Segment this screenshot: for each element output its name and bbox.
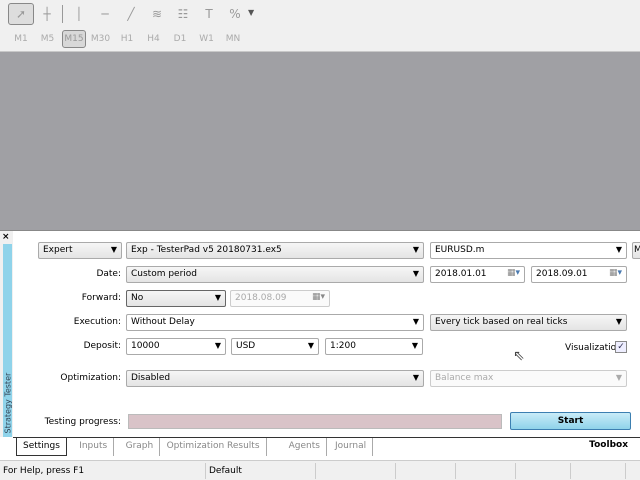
start-button[interactable]: Start	[510, 412, 631, 430]
horizontal-line-icon[interactable]: ─	[92, 3, 118, 25]
text-label-icon[interactable]: T	[196, 3, 222, 25]
timeframe-m30[interactable]: M30	[89, 30, 113, 48]
forward-select[interactable]: No ▼	[126, 290, 226, 307]
timeframe-h4[interactable]: H4	[142, 30, 166, 48]
deposit-label: Deposit:	[83, 341, 121, 351]
timeframe-d1[interactable]: D1	[168, 30, 192, 48]
timeframe-m5[interactable]: M5	[36, 30, 60, 48]
deposit-select[interactable]: 10000 ▼	[126, 338, 226, 355]
timeframe-w1[interactable]: W1	[195, 30, 219, 48]
currency-select[interactable]: USD ▼	[231, 338, 319, 355]
visualization-label: Visualization	[565, 343, 622, 353]
chevron-down-icon: ▼	[110, 245, 117, 254]
expert-select[interactable]: Exp - TesterPad v5 20180731.ex5 ▼	[126, 242, 424, 259]
model-select[interactable]: Every tick based on real ticks ▼	[430, 314, 627, 331]
execution-select[interactable]: Without Delay ▼	[126, 314, 424, 331]
chevron-down-icon: ▼	[615, 317, 622, 326]
toolbox-label[interactable]: Toolbox	[589, 440, 628, 450]
execution-label: Execution:	[73, 317, 121, 327]
close-icon[interactable]: ×	[2, 232, 10, 242]
calendar-icon: ▦▾	[608, 268, 622, 278]
chevron-down-icon: ▼	[412, 317, 419, 326]
tab-bar: Settings Inputs Graph Optimization Results A…	[13, 437, 640, 456]
crosshair-icon[interactable]: ┼	[34, 3, 60, 25]
program-type-select[interactable]: Expert ▼	[38, 242, 122, 259]
optimization-label: Optimization:	[60, 373, 121, 383]
status-profile: Default	[205, 463, 242, 479]
chevron-down-icon: ▼	[615, 245, 622, 254]
separator	[62, 5, 63, 23]
status-bar: For Help, press F1 Default	[0, 460, 640, 480]
chevron-down-icon[interactable]: ▼	[248, 8, 254, 17]
tab-settings[interactable]: Settings	[16, 438, 67, 456]
timeframe-m1[interactable]: M1	[9, 30, 33, 48]
tab-inputs[interactable]: Inputs	[73, 438, 115, 456]
tab-agents[interactable]: Agents	[283, 438, 327, 456]
vertical-line-icon[interactable]: │	[66, 3, 92, 25]
status-help: For Help, press F1	[3, 466, 85, 476]
calendar-icon: ▦▾	[506, 268, 520, 278]
forward-date-input: 2018.08.09 ▦▾	[230, 290, 330, 307]
chevron-down-icon: ▼	[615, 373, 622, 382]
shapes-icon[interactable]: %	[222, 3, 248, 25]
tab-graph[interactable]: Graph	[120, 438, 161, 456]
tab-journal[interactable]: Journal	[329, 438, 374, 456]
timeframe-m15[interactable]: M15	[62, 30, 86, 48]
chevron-down-icon: ▼	[307, 341, 314, 350]
date-from-input[interactable]: 2018.01.01 ▦▾	[430, 266, 525, 283]
cursor-icon[interactable]: ➚	[8, 3, 34, 25]
fibonacci-icon[interactable]: ☷	[170, 3, 196, 25]
date-mode-select[interactable]: Custom period ▼	[126, 266, 424, 283]
elliott-wave-icon[interactable]: ≋	[144, 3, 170, 25]
testing-progress-bar	[128, 414, 502, 429]
criterion-select: Balance max ▼	[430, 370, 627, 387]
date-to-input[interactable]: 2018.09.01 ▦▾	[531, 266, 627, 283]
timeframe-h1[interactable]: H1	[115, 30, 139, 48]
toolbar: ➚ ┼ │ ─ ╱ ≋ ☷ T% M1 M5 M15 M30 H1 H4 D1 W1 MN ▼	[0, 0, 640, 52]
trend-line-icon[interactable]: ╱	[118, 3, 144, 25]
symbol-select[interactable]: EURUSD.m ▼	[430, 242, 627, 259]
symbol-button[interactable]: M	[632, 242, 640, 259]
leverage-select[interactable]: 1:200 ▼	[325, 338, 423, 355]
chart-area[interactable]	[0, 52, 640, 230]
chevron-down-icon: ▼	[214, 341, 221, 350]
tab-optimization-results[interactable]: Optimization Results	[161, 438, 267, 456]
chevron-down-icon: ▼	[412, 245, 419, 254]
chevron-down-icon: ▼	[214, 293, 221, 302]
timeframe-mn[interactable]: MN	[221, 30, 245, 48]
chevron-down-icon: ▼	[412, 373, 419, 382]
forward-label: Forward:	[81, 293, 121, 303]
calendar-icon: ▦▾	[311, 292, 325, 302]
optimization-select[interactable]: Disabled ▼	[126, 370, 424, 387]
chevron-down-icon: ▼	[412, 269, 419, 278]
date-label: Date:	[96, 269, 121, 279]
visualization-checkbox[interactable]: ✓	[615, 341, 627, 353]
progress-label: Testing progress:	[44, 417, 121, 427]
mouse-cursor-icon: ⇖	[513, 348, 525, 364]
chevron-down-icon: ▼	[411, 341, 418, 350]
